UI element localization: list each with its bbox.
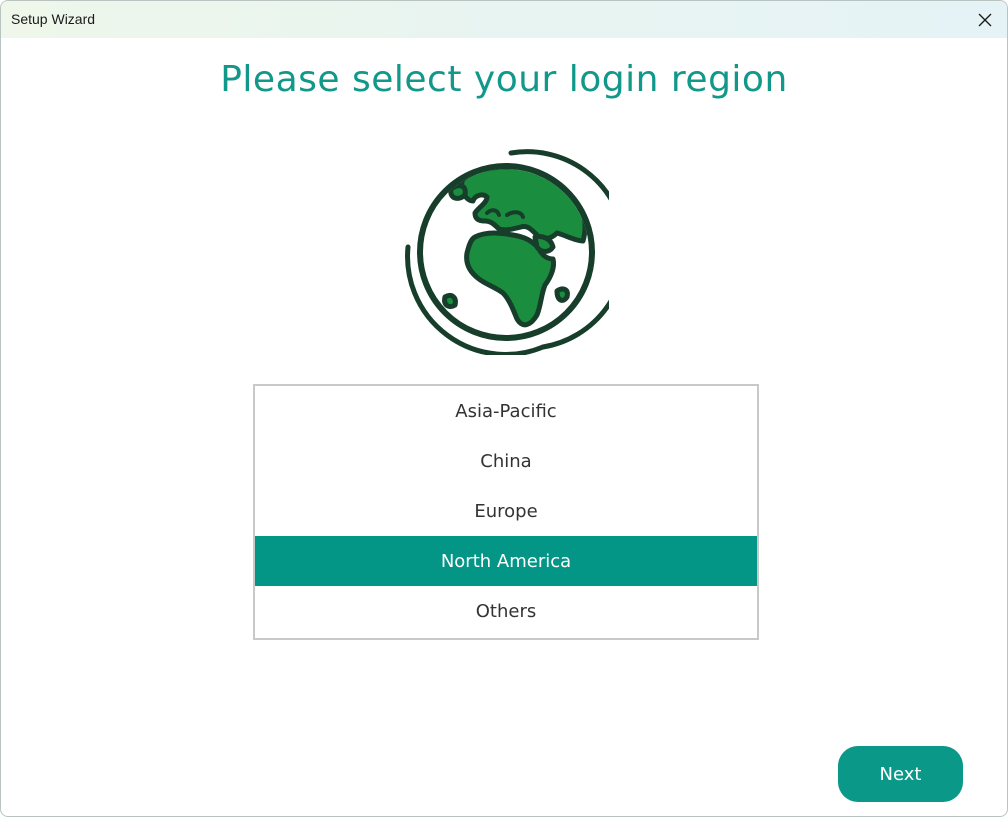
close-icon	[978, 13, 992, 26]
region-item-north-america[interactable]: North America	[255, 536, 757, 586]
region-list[interactable]: Asia-Pacific China Europe North America …	[253, 384, 759, 640]
close-button[interactable]	[963, 1, 1007, 38]
globe-icon	[405, 149, 609, 355]
title-bar: Setup Wizard	[1, 1, 1007, 38]
window-title: Setup Wizard	[11, 11, 96, 27]
next-button[interactable]: Next	[838, 746, 963, 802]
region-item-europe[interactable]: Europe	[255, 486, 757, 536]
region-item-asia-pacific[interactable]: Asia-Pacific	[255, 386, 757, 436]
page-title: Please select your login region	[220, 59, 788, 100]
setup-wizard-window: Setup Wizard Please select your login re…	[0, 0, 1008, 817]
region-item-china[interactable]: China	[255, 436, 757, 486]
region-item-others[interactable]: Others	[255, 586, 757, 636]
